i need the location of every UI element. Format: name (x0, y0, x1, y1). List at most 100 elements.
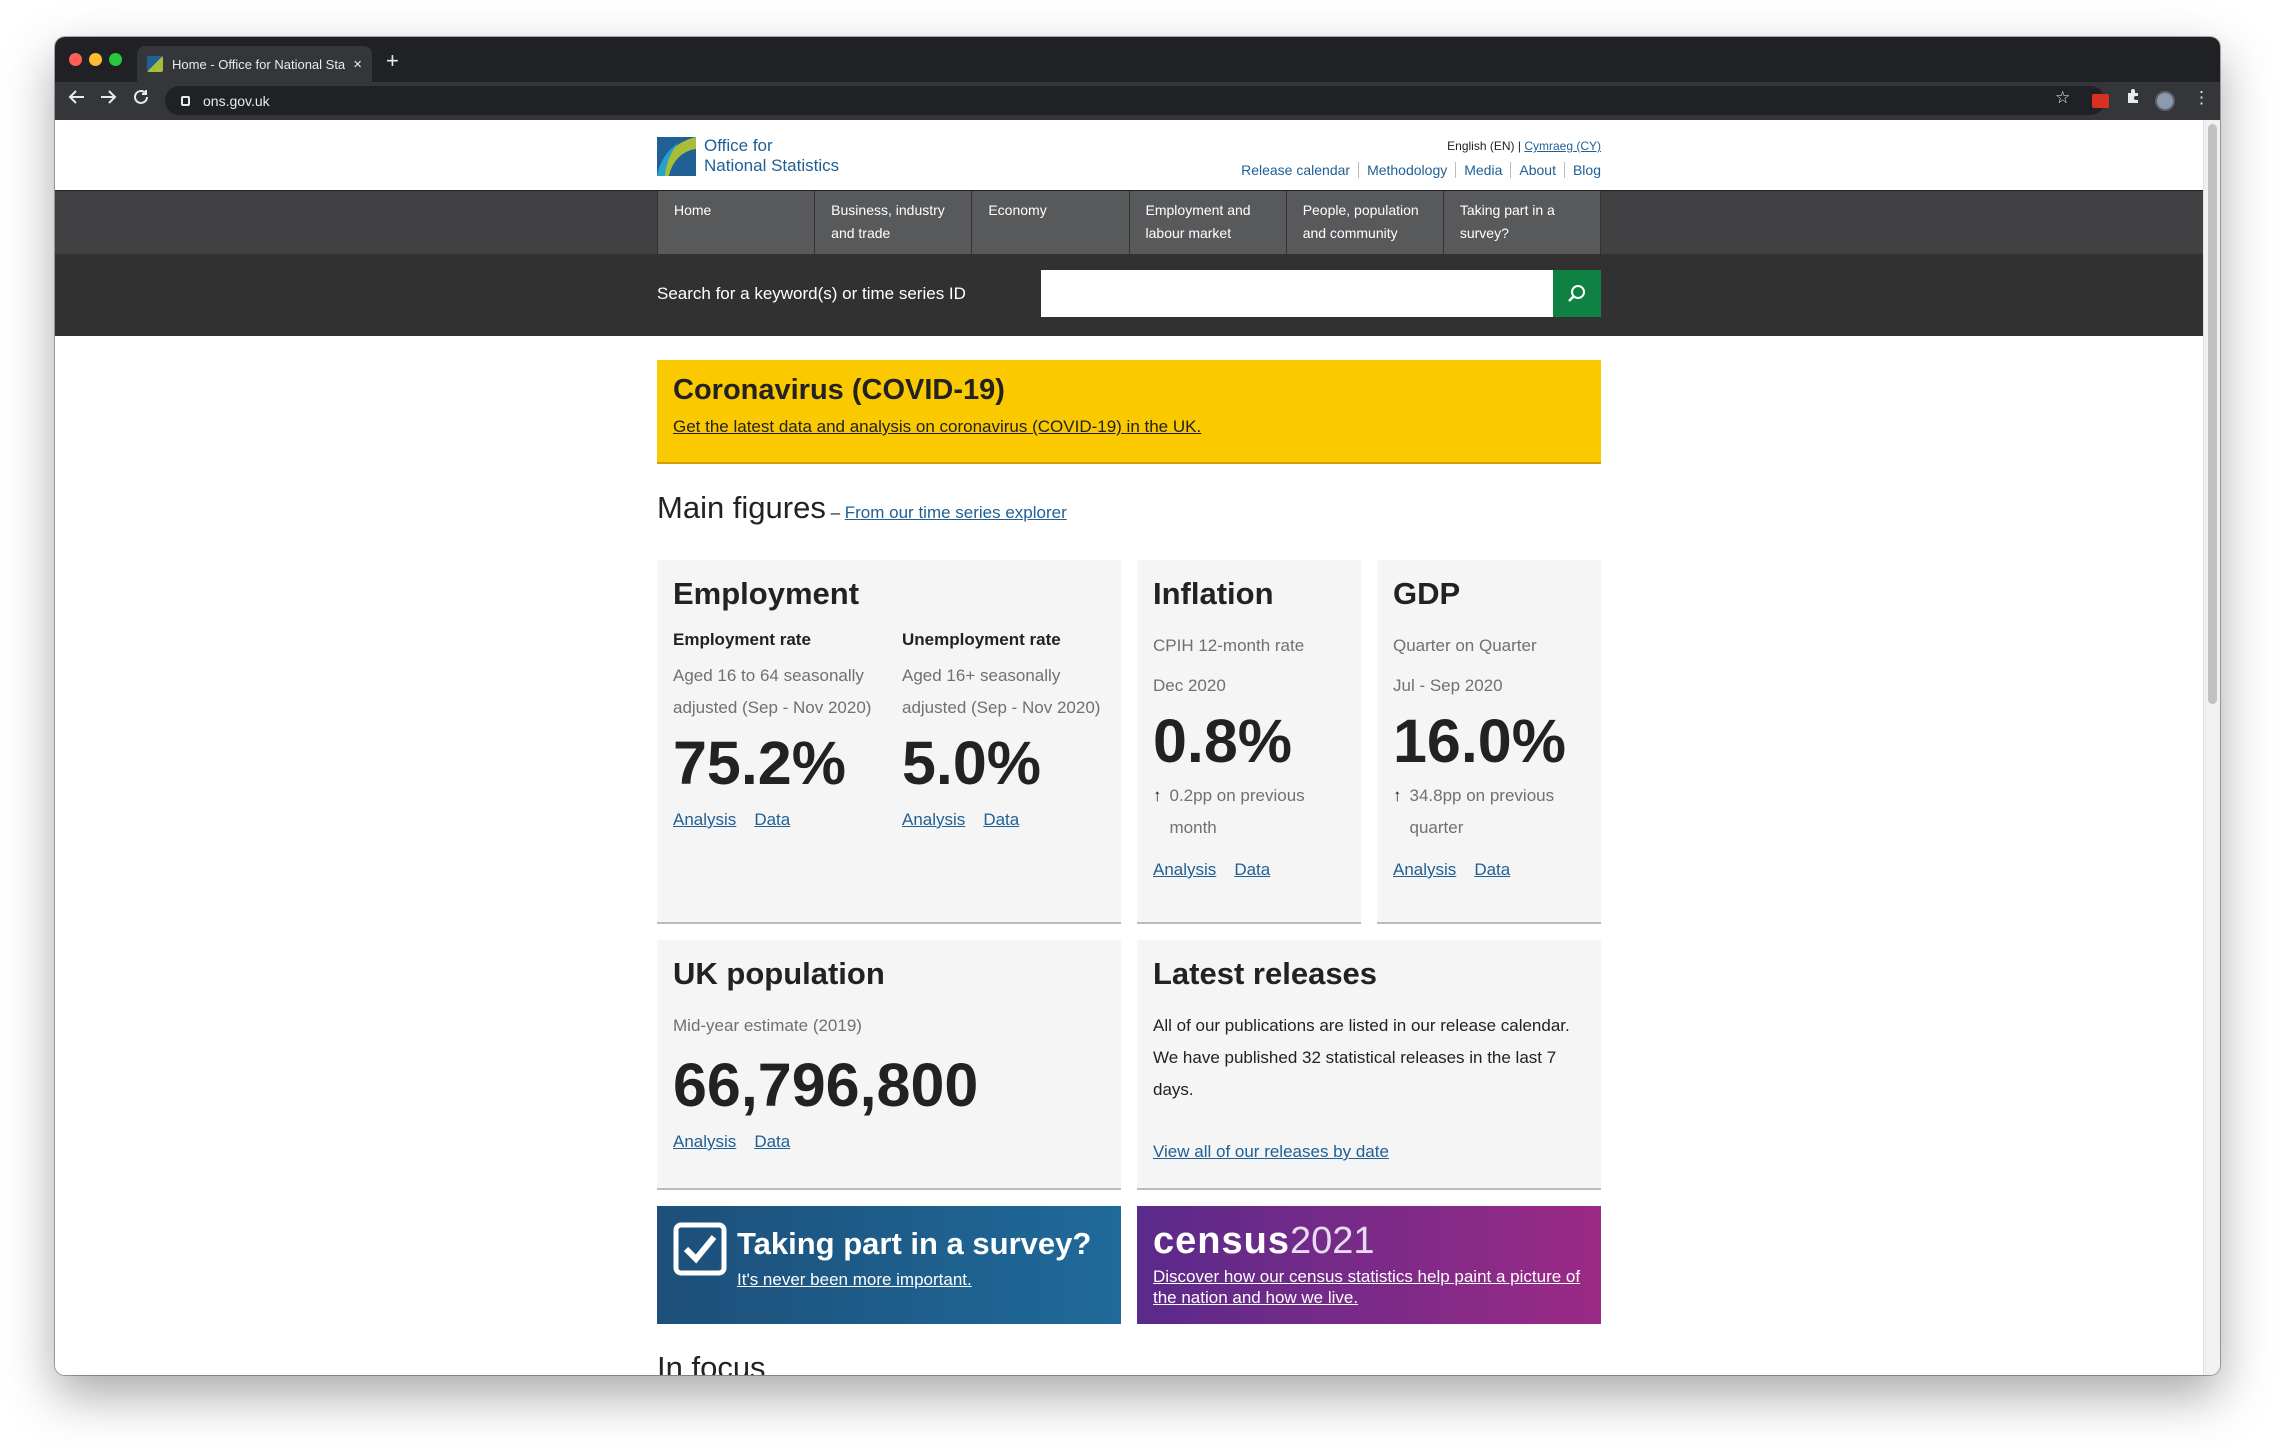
new-tab-button[interactable]: + (386, 48, 399, 74)
nav-item-employment[interactable]: Employment and labour market (1129, 191, 1287, 255)
arrow-right-icon (101, 90, 117, 104)
forward-button[interactable] (99, 88, 117, 112)
ons-logo-icon (657, 136, 696, 176)
population-label: Mid-year estimate (2019) (673, 1016, 862, 1035)
inflation-analysis-link[interactable]: Analysis (1153, 860, 1216, 879)
maximize-window-button[interactable] (109, 53, 122, 66)
search-label: Search for a keyword(s) or time series I… (657, 284, 966, 303)
search-icon (1568, 284, 1585, 302)
inflation-change-text: 0.2pp on previous month (1169, 786, 1305, 837)
employment-data-link[interactable]: Data (754, 810, 790, 829)
arrow-up-icon: ↑ (1393, 786, 1402, 805)
close-window-button[interactable] (69, 53, 82, 66)
unemployment-rate-label: Unemployment rate (902, 630, 1061, 649)
population-title: UK population (673, 956, 885, 991)
inflation-period: Dec 2020 (1153, 676, 1226, 695)
extension-icon[interactable] (2092, 94, 2109, 108)
nav-item-business[interactable]: Business, industry and trade (815, 191, 973, 255)
gdp-change: ↑ 34.8pp on previous quarter (1393, 780, 1585, 844)
population-data-link[interactable]: Data (754, 1132, 790, 1151)
language-separator: | (1514, 139, 1525, 153)
gdp-value: 16.0% (1393, 707, 1566, 775)
minimize-window-button[interactable] (89, 53, 102, 66)
scrollbar-thumb[interactable] (2208, 124, 2217, 704)
release-calendar-link[interactable]: Release calendar (1233, 162, 1358, 178)
gdp-data-link[interactable]: Data (1474, 860, 1510, 879)
census-promo-link[interactable]: Discover how our census statistics help … (1153, 1266, 1585, 1308)
search-bar: Search for a keyword(s) or time series I… (55, 254, 2203, 336)
search-button[interactable] (1553, 270, 1601, 317)
language-welsh-link[interactable]: Cymraeg (CY) (1524, 139, 1601, 153)
inflation-label: CPIH 12-month rate (1153, 636, 1305, 655)
arrow-left-icon (68, 90, 84, 104)
inflation-title: Inflation (1153, 576, 1274, 611)
arrow-up-icon: ↑ (1153, 786, 1162, 805)
inflation-data-link[interactable]: Data (1234, 860, 1270, 879)
ons-logo[interactable]: Office for National Statistics (657, 136, 839, 176)
browser-toolbar: ons.gov.uk ☆ ⋮ (55, 82, 2220, 120)
ons-logo-text: Office for National Statistics (704, 136, 839, 176)
menu-kebab-icon[interactable]: ⋮ (2193, 88, 2210, 108)
tab-close-icon[interactable]: × (353, 56, 362, 73)
blog-link[interactable]: Blog (1563, 162, 1601, 178)
census-wordmark: census (1153, 1220, 1290, 1262)
logo-line-1: Office for (704, 136, 773, 155)
census-year: 2021 (1289, 1220, 1375, 1262)
nav-item-economy[interactable]: Economy (972, 191, 1130, 255)
lock-icon (181, 95, 190, 106)
puzzle-icon (2128, 89, 2138, 103)
gdp-period: Jul - Sep 2020 (1393, 676, 1503, 695)
population-value: 66,796,800 (673, 1051, 979, 1119)
employment-rate-description: Aged 16 to 64 seasonally adjusted (Sep -… (673, 666, 872, 717)
covid-banner: Coronavirus (COVID-19) Get the latest da… (657, 360, 1601, 464)
in-focus-heading: In focus (657, 1350, 766, 1375)
covid-banner-link[interactable]: Get the latest data and analysis on coro… (673, 417, 1201, 436)
main-navigation: Home Business, industry and trade Econom… (55, 190, 2203, 255)
tab-title: Home - Office for National Statistics (172, 56, 346, 72)
gdp-analysis-link[interactable]: Analysis (1393, 860, 1456, 879)
unemployment-data-link[interactable]: Data (983, 810, 1019, 829)
population-card: UK population Mid-year estimate (2019) 6… (657, 940, 1121, 1190)
checkbox-icon (673, 1222, 727, 1276)
view-releases-link[interactable]: View all of our releases by date (1153, 1142, 1389, 1161)
nav-item-home[interactable]: Home (658, 191, 816, 255)
site-header: Office for National Statistics English (… (55, 120, 2203, 190)
main-figures-separator: – (825, 503, 845, 522)
covid-banner-title: Coronavirus (COVID-19) (673, 374, 1005, 406)
time-series-explorer-link[interactable]: From our time series explorer (845, 503, 1067, 522)
population-analysis-link[interactable]: Analysis (673, 1132, 736, 1151)
extensions-puzzle-icon[interactable] (2125, 88, 2141, 109)
nav-item-people[interactable]: People, population and community (1286, 191, 1444, 255)
media-link[interactable]: Media (1455, 162, 1510, 178)
employment-analysis-link[interactable]: Analysis (673, 810, 736, 829)
browser-tab[interactable]: Home - Office for National Statistics × (137, 46, 372, 82)
unemployment-rate-description: Aged 16+ seasonally adjusted (Sep - Nov … (902, 666, 1101, 717)
survey-promo-link[interactable]: It's never been more important. (737, 1270, 1091, 1290)
about-link[interactable]: About (1510, 162, 1564, 178)
page-scrollbar[interactable] (2203, 120, 2220, 1375)
search-input[interactable] (1041, 270, 1553, 317)
logo-line-2: National Statistics (704, 156, 840, 175)
unemployment-rate-value: 5.0% (902, 729, 1042, 797)
latest-releases-card: Latest releases All of our publications … (1137, 940, 1601, 1190)
main-figures-title: Main figures (657, 490, 826, 525)
latest-releases-title: Latest releases (1153, 956, 1378, 991)
profile-avatar[interactable] (2155, 91, 2175, 111)
unemployment-analysis-link[interactable]: Analysis (902, 810, 965, 829)
reload-button[interactable] (132, 88, 150, 112)
inflation-value: 0.8% (1153, 707, 1293, 775)
latest-releases-text: All of our publications are listed in ou… (1153, 1016, 1570, 1099)
gdp-change-text: 34.8pp on previous quarter (1409, 786, 1555, 837)
methodology-link[interactable]: Methodology (1358, 162, 1455, 178)
reload-icon (134, 89, 148, 104)
language-switcher: English (EN) | Cymraeg (CY) (1447, 139, 1601, 153)
address-bar[interactable]: ons.gov.uk (165, 86, 2105, 115)
gdp-label: Quarter on Quarter (1393, 636, 1537, 655)
survey-promo[interactable]: Taking part in a survey? It's never been… (657, 1206, 1121, 1324)
census-promo[interactable]: census2021 Discover how our census stati… (1137, 1206, 1601, 1324)
employment-title: Employment (673, 576, 860, 611)
nav-item-survey[interactable]: Taking part in a survey? (1443, 191, 1602, 255)
employment-rate-value: 75.2% (673, 729, 846, 797)
bookmark-star-icon[interactable]: ☆ (2055, 88, 2070, 108)
back-button[interactable] (68, 88, 86, 112)
